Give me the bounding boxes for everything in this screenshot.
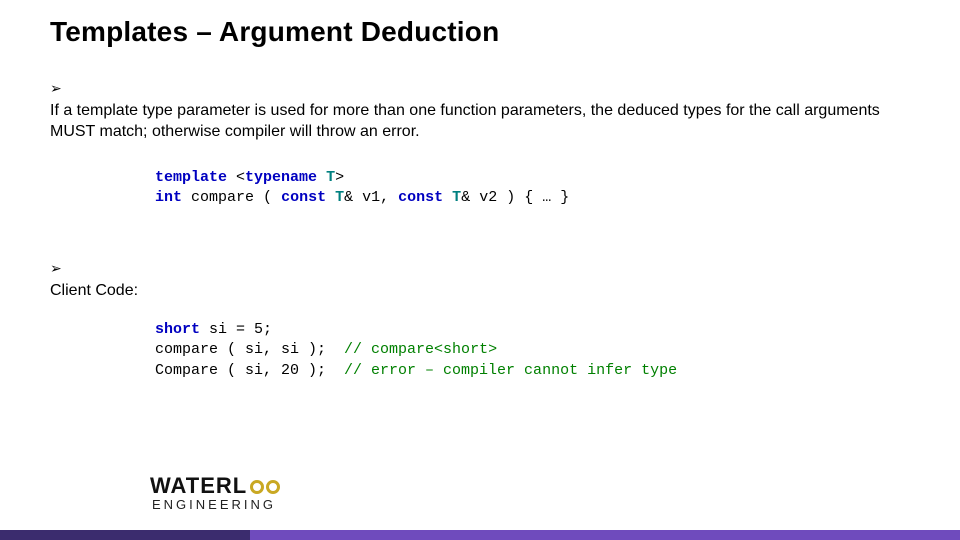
logo-rings-icon [250, 479, 280, 493]
kw-int: int [155, 189, 182, 206]
bullet-1: ➢ If a template type parameter is used f… [50, 78, 910, 143]
bullet-2-text: Client Code: [50, 280, 888, 302]
kw-typename: typename [245, 169, 317, 186]
logo-wordmark: WATERL [150, 473, 360, 499]
footer-bar-left [0, 530, 250, 540]
slide: Templates – Argument Deduction ➢ If a te… [0, 0, 960, 540]
logo-subtext: ENGINEERING [152, 497, 360, 512]
code-block-2: short si = 5; compare ( si, si ); // com… [155, 320, 910, 381]
kw-short: short [155, 321, 200, 338]
code-block-1: template <typename T> int compare ( cons… [155, 168, 910, 209]
bullet-2: ➢ Client Code: [50, 258, 910, 301]
type-T: T [326, 169, 335, 186]
slide-title: Templates – Argument Deduction [50, 16, 499, 48]
footer-bar-right [250, 530, 960, 540]
bullet-arrow-icon: ➢ [50, 78, 68, 99]
waterloo-logo: WATERL ENGINEERING [150, 473, 360, 512]
bullet-1-text: If a template type parameter is used for… [50, 100, 888, 143]
kw-template: template [155, 169, 227, 186]
comment-2: // error – compiler cannot infer type [344, 362, 677, 379]
bullet-arrow-icon: ➢ [50, 258, 68, 279]
comment-1: // compare<short> [344, 341, 497, 358]
